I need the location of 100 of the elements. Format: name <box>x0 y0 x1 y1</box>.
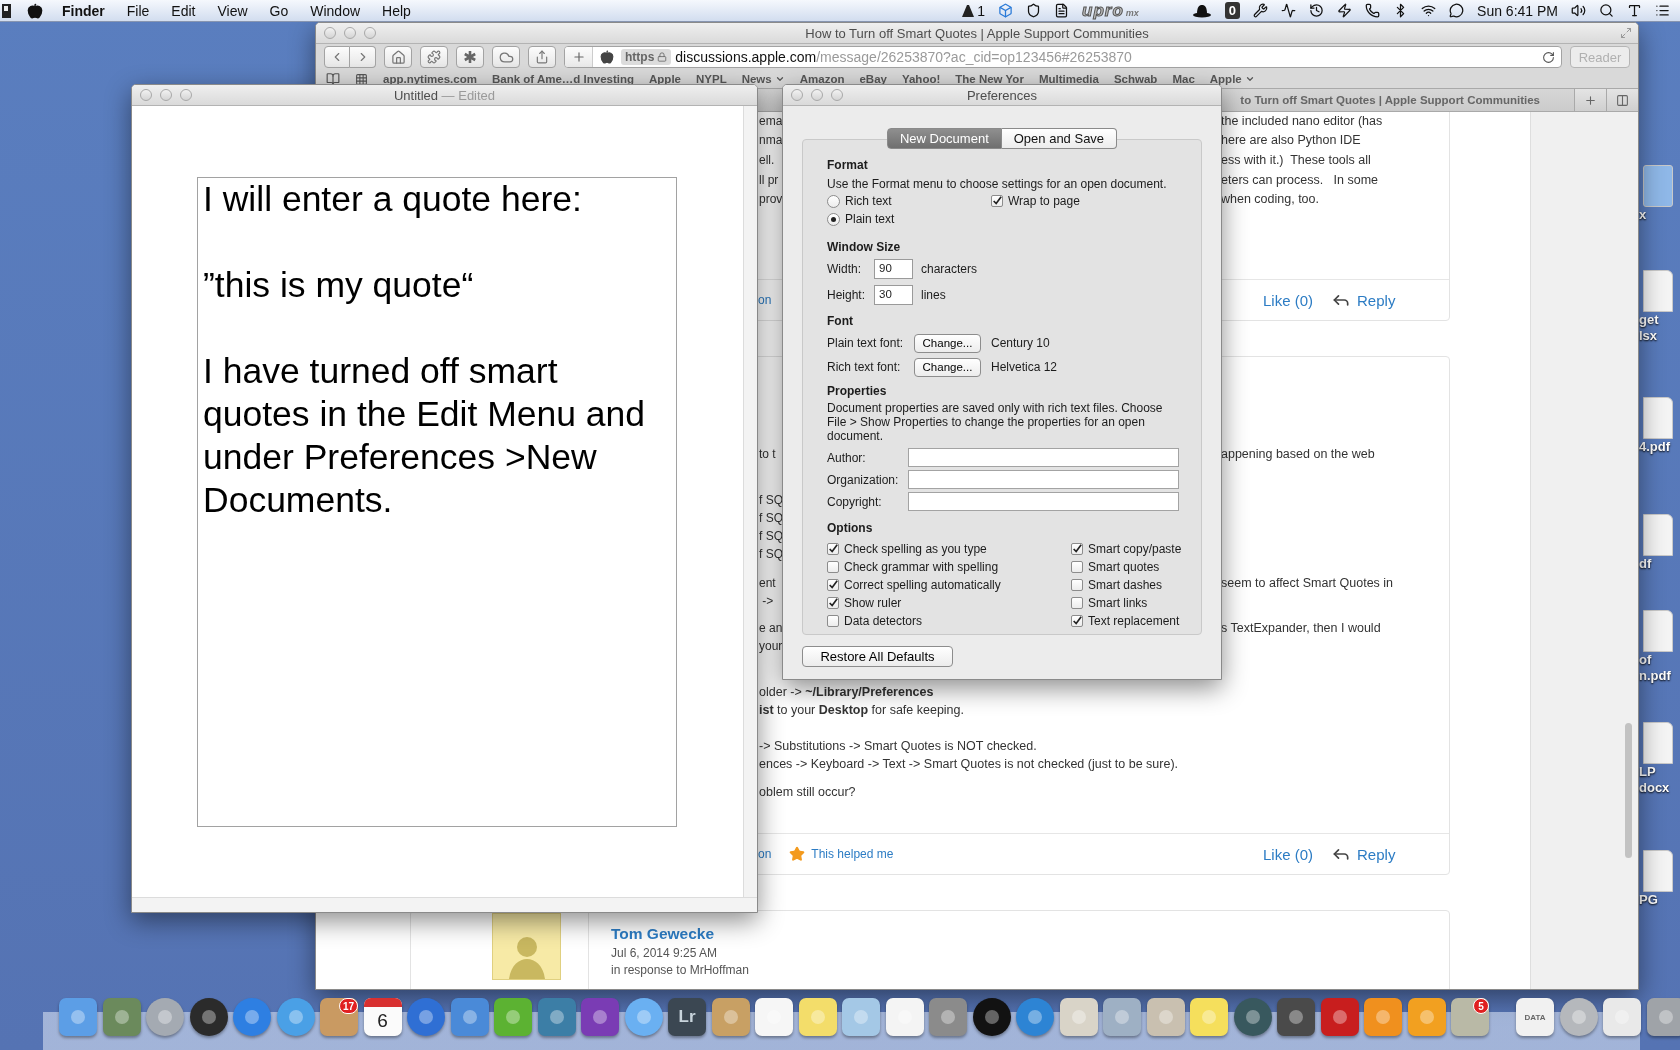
wifi-icon[interactable] <box>1421 3 1437 18</box>
bookmark[interactable]: Apple <box>1209 73 1255 85</box>
checkbox[interactable] <box>827 543 839 555</box>
fullscreen-icon[interactable] <box>1620 27 1632 39</box>
reply-link[interactable]: Reply <box>1357 845 1396 863</box>
like-link[interactable]: Like (0) <box>1263 291 1314 309</box>
restore-defaults-button[interactable]: Restore All Defaults <box>802 646 953 667</box>
app-icon[interactable]: Lr <box>668 998 706 1036</box>
file-icon[interactable] <box>1643 397 1673 439</box>
checkbox[interactable] <box>827 615 839 627</box>
minimize-button[interactable] <box>344 27 356 39</box>
tab[interactable]: Open and Save <box>1001 128 1118 149</box>
bookmark[interactable]: app.nytimes.com <box>383 73 477 85</box>
digit-badge[interactable]: 0 <box>1224 2 1241 19</box>
radio-button[interactable] <box>827 212 840 226</box>
close-button[interactable] <box>324 27 336 39</box>
activity-icon[interactable] <box>1281 3 1297 18</box>
minimize-button[interactable] <box>811 89 823 101</box>
reload-icon[interactable] <box>1542 50 1555 64</box>
checkbox[interactable] <box>1071 615 1083 627</box>
file-icon[interactable] <box>1643 722 1673 764</box>
zoom-button[interactable] <box>180 89 192 101</box>
author-name[interactable]: Tom Gewecke <box>611 925 749 943</box>
app-icon[interactable]: 17 <box>320 998 358 1036</box>
app-icon[interactable]: 6 <box>363 998 402 1036</box>
bookmark[interactable]: Apple <box>649 73 681 85</box>
file-icon[interactable] <box>1643 514 1673 556</box>
bookmark[interactable]: Amazon <box>799 73 845 85</box>
minimize-button[interactable] <box>160 89 172 101</box>
new-tab-button[interactable] <box>1574 89 1606 111</box>
app-icon[interactable] <box>798 998 837 1036</box>
app-icon[interactable] <box>189 998 228 1036</box>
chat-icon[interactable] <box>1449 3 1465 18</box>
helped-link[interactable]: This helped me <box>811 847 894 861</box>
app-icon[interactable]: DATA <box>1516 998 1554 1036</box>
cloud-button[interactable] <box>492 46 520 68</box>
close-button[interactable] <box>791 89 803 101</box>
file-icon[interactable] <box>1643 270 1673 312</box>
menu-item[interactable]: Edit <box>160 2 207 19</box>
list-icon[interactable] <box>1655 3 1670 18</box>
bookmark[interactable]: NYPL <box>696 73 727 85</box>
menu-item[interactable]: Window <box>299 2 372 19</box>
radio-button[interactable] <box>827 194 840 208</box>
bookmark[interactable]: Mac <box>1172 73 1195 85</box>
link[interactable]: on <box>758 293 772 307</box>
menu-item[interactable]: View <box>206 2 259 19</box>
change-button[interactable]: Change... <box>914 357 981 377</box>
link[interactable]: on <box>758 847 772 861</box>
bolt-icon[interactable] <box>1337 3 1353 18</box>
add-button[interactable] <box>565 47 593 67</box>
document-icon[interactable] <box>1054 3 1070 18</box>
tab-overview-button[interactable] <box>1606 89 1638 111</box>
search-icon[interactable] <box>1599 3 1614 18</box>
menu-item[interactable]: Go <box>258 2 300 19</box>
menu-item[interactable]: Finder <box>51 2 116 19</box>
history-icon[interactable] <box>1309 3 1325 18</box>
bookmark[interactable]: Schwab <box>1113 73 1158 85</box>
checkbox[interactable] <box>827 561 839 573</box>
checkbox[interactable] <box>1071 561 1083 573</box>
grid-icon[interactable] <box>355 72 368 86</box>
shield-icon[interactable] <box>1026 3 1042 18</box>
file-icon[interactable] <box>1643 610 1673 652</box>
volume-icon[interactable] <box>1571 3 1586 18</box>
browser-tab[interactable]: to Turn off Smart Quotes | Apple Support Communities <box>1224 89 1574 111</box>
menu-item[interactable]: File <box>115 2 161 19</box>
bookmark[interactable]: Yahoo! <box>901 73 941 85</box>
app-icon[interactable] <box>1559 998 1598 1036</box>
app-icon[interactable] <box>885 998 924 1036</box>
box-icon[interactable] <box>998 3 1014 18</box>
zoom-button[interactable] <box>831 89 843 101</box>
wrench-icon[interactable] <box>1253 3 1269 18</box>
app-icon[interactable] <box>972 998 1011 1036</box>
tab[interactable]: New Document <box>886 128 1002 149</box>
number-field[interactable]: 90 <box>874 259 913 279</box>
brand-logo[interactable]: upro mx <box>1082 0 1139 21</box>
checkbox[interactable] <box>991 195 1003 207</box>
change-button[interactable]: Change... <box>914 333 981 353</box>
bookmark[interactable]: The New Yor <box>955 73 1024 85</box>
reply-link[interactable]: Reply <box>1357 291 1396 309</box>
like-link[interactable]: Like (0) <box>1263 845 1314 863</box>
bookmark[interactable]: Bank of Ame…d Investing <box>491 73 635 85</box>
phone-icon[interactable] <box>1365 3 1381 18</box>
triangle-icon[interactable] <box>961 3 976 18</box>
number-field[interactable]: 30 <box>874 285 913 305</box>
bookmark[interactable]: News <box>741 73 785 85</box>
zoom-button[interactable] <box>364 27 376 39</box>
app-icon[interactable]: 5 <box>1451 998 1489 1036</box>
text-field[interactable] <box>908 448 1179 467</box>
checkbox[interactable] <box>827 579 839 591</box>
hat-icon[interactable] <box>1191 3 1212 18</box>
checkbox[interactable] <box>1071 579 1083 591</box>
asterisk-button[interactable] <box>456 46 484 68</box>
extension-button[interactable] <box>420 46 448 68</box>
text-field[interactable] <box>908 470 1179 489</box>
address-field[interactable]: https discussions.apple.com/message/26253870?ac_cid=op123456#26253870 <box>564 46 1562 68</box>
bookmarks-icon[interactable] <box>326 72 340 86</box>
share-button[interactable] <box>528 46 556 68</box>
checkbox[interactable] <box>1071 543 1083 555</box>
menu-item[interactable]: Help <box>371 2 422 19</box>
text-icon[interactable] <box>1627 3 1642 18</box>
